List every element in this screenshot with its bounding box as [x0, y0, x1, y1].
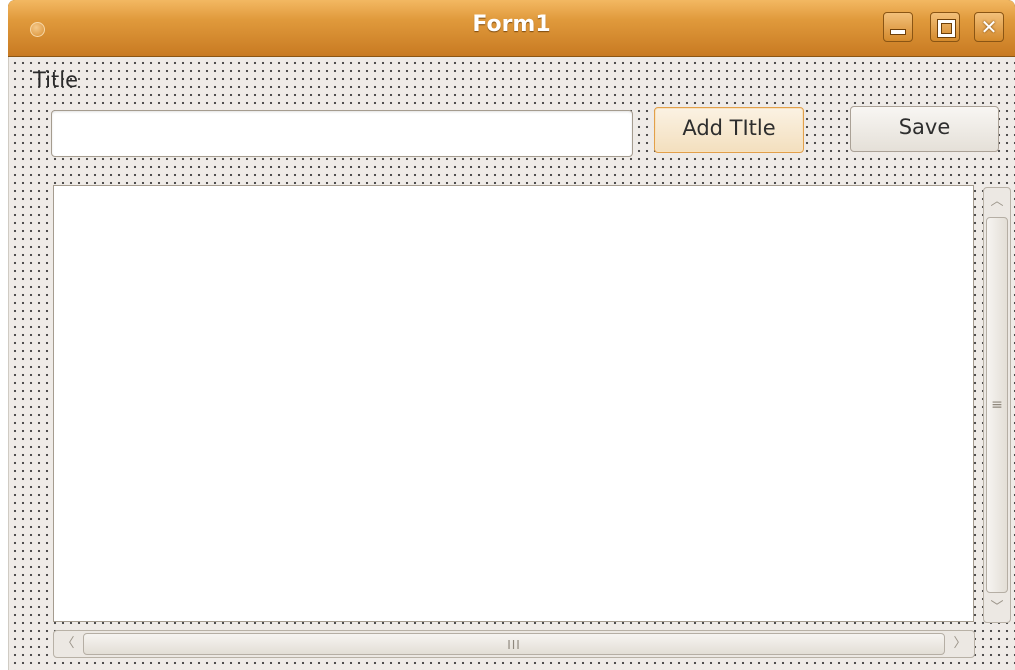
- grip-icon: ≡: [991, 397, 1003, 413]
- title-bar[interactable]: Form1 ✕: [8, 0, 1015, 57]
- form-design-surface: Title Add TItle Save ︿ ≡ ﹀ 〈 III 〉: [8, 57, 1015, 670]
- save-button[interactable]: Save: [850, 106, 999, 152]
- vertical-scrollbar[interactable]: ︿ ≡ ﹀: [983, 187, 1011, 623]
- scroll-left-arrow-icon[interactable]: 〈: [54, 631, 82, 657]
- window-title: Form1: [472, 12, 551, 37]
- scroll-down-arrow-icon[interactable]: ﹀: [984, 594, 1010, 622]
- close-button[interactable]: ✕: [974, 12, 1004, 42]
- grip-icon: III: [507, 638, 521, 652]
- title-label: Title: [33, 68, 79, 92]
- content-text-area[interactable]: [53, 185, 974, 622]
- title-input[interactable]: [51, 110, 633, 157]
- minimize-icon: [884, 13, 912, 41]
- form1-window: Form1 ✕ Title Add TItle Save ︿ ≡ ﹀ 〈 III: [8, 0, 1015, 670]
- horizontal-scroll-thumb[interactable]: III: [83, 633, 945, 655]
- maximize-button[interactable]: [930, 12, 960, 42]
- scroll-right-arrow-icon[interactable]: 〉: [946, 631, 974, 657]
- maximize-icon: [931, 13, 959, 41]
- close-icon: ✕: [980, 15, 998, 39]
- minimize-button[interactable]: [883, 12, 913, 42]
- vertical-scroll-thumb[interactable]: ≡: [986, 217, 1008, 593]
- scroll-up-arrow-icon[interactable]: ︿: [984, 188, 1010, 216]
- add-title-button[interactable]: Add TItle: [654, 107, 804, 153]
- horizontal-scrollbar[interactable]: 〈 III 〉: [53, 630, 975, 658]
